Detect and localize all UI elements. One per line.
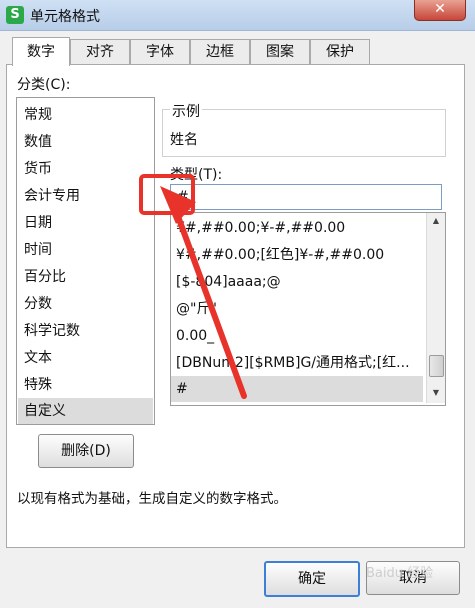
scroll-down-icon[interactable]: ▼ (427, 385, 445, 401)
format-item[interactable]: 0.00_ (171, 323, 423, 349)
title-bar: S 单元格格式 ✕ (0, 0, 475, 31)
description-text: 以现有格式为基础，生成自定义的数字格式。 (17, 491, 287, 507)
format-item[interactable]: [$-804]aaaa;@ (171, 269, 423, 295)
category-item[interactable]: 常规 (18, 102, 153, 128)
category-list[interactable]: 常规 数值 货币 会计专用 日期 时间 百分比 分数 科学记数 文本 特殊 自定… (16, 97, 155, 425)
category-item[interactable]: 特殊 (18, 372, 153, 398)
sample-groupbox (162, 109, 446, 157)
format-item-selected[interactable]: # (171, 376, 423, 402)
format-list-scrollbar[interactable]: ▲ ▼ (426, 213, 445, 403)
category-item[interactable]: 数值 (18, 129, 153, 155)
category-item[interactable]: 科学记数 (18, 318, 153, 344)
close-button[interactable]: ✕ (414, 0, 466, 21)
tab-protection[interactable]: 保护 (310, 39, 370, 65)
scroll-up-icon[interactable]: ▲ (427, 213, 445, 229)
tab-number[interactable]: 数字 (12, 37, 70, 66)
scroll-thumb[interactable] (429, 355, 444, 377)
type-label: 类型(T): (170, 167, 223, 183)
category-item[interactable]: 货币 (18, 156, 153, 182)
type-input[interactable]: # (170, 184, 442, 210)
tab-alignment[interactable]: 对齐 (70, 39, 130, 65)
tab-font[interactable]: 字体 (130, 39, 190, 65)
category-item[interactable]: 日期 (18, 210, 153, 236)
category-item[interactable]: 文本 (18, 345, 153, 371)
format-list[interactable]: ¥#,##0.00;¥-#,##0.00 ¥#,##0.00;[红色]¥-#,#… (170, 212, 446, 406)
format-item[interactable]: ¥#,##0.00;¥-#,##0.00 (171, 215, 423, 241)
sample-legend: 示例 (170, 101, 202, 121)
tab-border[interactable]: 边框 (190, 39, 250, 65)
format-item[interactable]: [DBNum2][$RMB]G/通用格式;[红... (171, 350, 423, 376)
category-item-custom[interactable]: 自定义 (18, 398, 153, 424)
delete-button[interactable]: 删除(D) (38, 434, 134, 468)
sample-value: 姓名 (170, 132, 198, 148)
watermark: Baidu 经验 (366, 566, 434, 581)
category-label: 分类(C): (17, 77, 71, 93)
category-item[interactable]: 分数 (18, 291, 153, 317)
format-item[interactable]: @"斤" (171, 296, 423, 322)
format-item[interactable]: ¥#,##0.00;[红色]¥-#,##0.00 (171, 242, 423, 268)
wps-app-icon: S (6, 6, 24, 24)
category-item[interactable]: 会计专用 (18, 183, 153, 209)
window-title: 单元格格式 (30, 9, 100, 25)
tab-pattern[interactable]: 图案 (250, 39, 310, 65)
category-item[interactable]: 时间 (18, 237, 153, 263)
ok-button[interactable]: 确定 (264, 561, 360, 597)
category-item[interactable]: 百分比 (18, 264, 153, 290)
